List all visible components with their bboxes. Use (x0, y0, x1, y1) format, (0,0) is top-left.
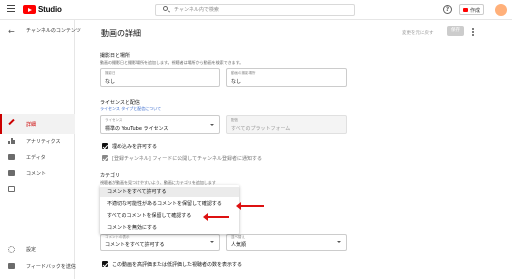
video-camera-icon (463, 7, 468, 12)
distribution-value: すべてのプラットフォーム (231, 126, 291, 132)
menu-icon[interactable] (7, 5, 15, 12)
notify-checkbox[interactable] (102, 155, 108, 161)
help-icon[interactable]: ? (443, 5, 452, 14)
sidebar (0, 20, 75, 279)
recording-date-value: なし (105, 79, 116, 85)
recording-section-title: 撮影日と場所 (100, 53, 131, 59)
editor-icon (8, 154, 15, 160)
analytics-icon (8, 138, 15, 144)
studio-logo-text[interactable]: Studio (38, 5, 62, 14)
menu-item-disable[interactable]: コメントを無効にする (100, 223, 239, 233)
video-location-label: 動画の撮影場所 (231, 71, 256, 75)
more-options-icon[interactable] (472, 28, 474, 36)
recording-date-label: 撮影日 (105, 71, 116, 75)
comment-visibility-label: コメントの表示 (105, 235, 130, 239)
subtitles-icon[interactable] (8, 186, 15, 192)
license-value: 標準の YouTube ライセンス (105, 126, 169, 132)
feedback-icon (8, 263, 15, 269)
sidebar-item-editor[interactable]: エディタ (26, 154, 46, 161)
sidebar-item-details[interactable] (0, 114, 75, 134)
avatar[interactable] (495, 4, 507, 16)
category-section-title: カテゴリ (100, 173, 121, 179)
annotation-arrow (203, 213, 229, 221)
sidebar-item-label: 詳細 (26, 122, 37, 128)
comments-dropdown-menu: コメントをすべて許可する 不適切な可能性があるコメントを保留して確認する すべて… (100, 185, 239, 234)
video-location-value: なし (231, 79, 242, 85)
license-label: ライセンス (105, 118, 123, 122)
comment-icon (8, 170, 15, 176)
rating-checkbox[interactable] (102, 261, 108, 267)
rating-label: この動画を高評価または低評価した視聴者の数を表示する (112, 262, 243, 268)
distribution-label: 配信 (231, 118, 238, 122)
menu-item-allow-all[interactable]: コメントをすべて許可する (100, 187, 239, 197)
channel-content-link[interactable]: チャンネルのコンテンツ (26, 27, 81, 34)
license-section-title: ライセンスと配信 (100, 100, 140, 106)
create-button-label: 作成 (470, 7, 481, 14)
notify-label: [登録チャンネル] フィードに公開してチャンネル登録者に通知する (112, 156, 262, 162)
search-icon (163, 6, 168, 11)
chevron-down-icon (210, 124, 214, 126)
revert-button[interactable]: 変更を元に戻す (402, 30, 434, 36)
sidebar-item-feedback[interactable]: フィードバックを送信 (26, 263, 76, 270)
search-input[interactable]: チャンネル内で検索 (174, 6, 219, 13)
embed-checkbox[interactable] (102, 143, 108, 149)
chevron-down-icon (210, 241, 214, 243)
sidebar-item-settings[interactable]: 設定 (26, 246, 36, 253)
gear-icon (8, 246, 15, 253)
menu-item-hold-inappropriate[interactable]: 不適切な可能性があるコメントを保留して確認する (100, 199, 239, 209)
youtube-logo-icon[interactable] (23, 5, 36, 14)
license-help-link[interactable]: ライセンス タイプと配信について (100, 106, 161, 112)
sort-label: 並べ替え (231, 235, 245, 239)
sidebar-item-comments[interactable]: コメント (26, 170, 46, 177)
recording-section-subtitle: 動画の撮影日と撮影場所を追加します。視聴者は場所から動画を検索できます。 (100, 60, 244, 65)
sidebar-item-analytics[interactable]: アナリティクス (26, 138, 60, 145)
comment-visibility-value: コメントをすべて許可する (105, 242, 165, 248)
active-indicator (0, 114, 2, 134)
recording-date-field[interactable] (100, 68, 220, 87)
page-title: 動画の詳細 (101, 29, 141, 38)
embed-label: 埋め込みを許可する (112, 144, 158, 150)
annotation-arrow (236, 202, 264, 210)
chevron-down-icon (337, 241, 341, 243)
back-arrow-icon[interactable]: ← (8, 27, 15, 36)
sort-value: 人気順 (231, 242, 247, 248)
save-button[interactable]: 保存 (447, 26, 464, 36)
